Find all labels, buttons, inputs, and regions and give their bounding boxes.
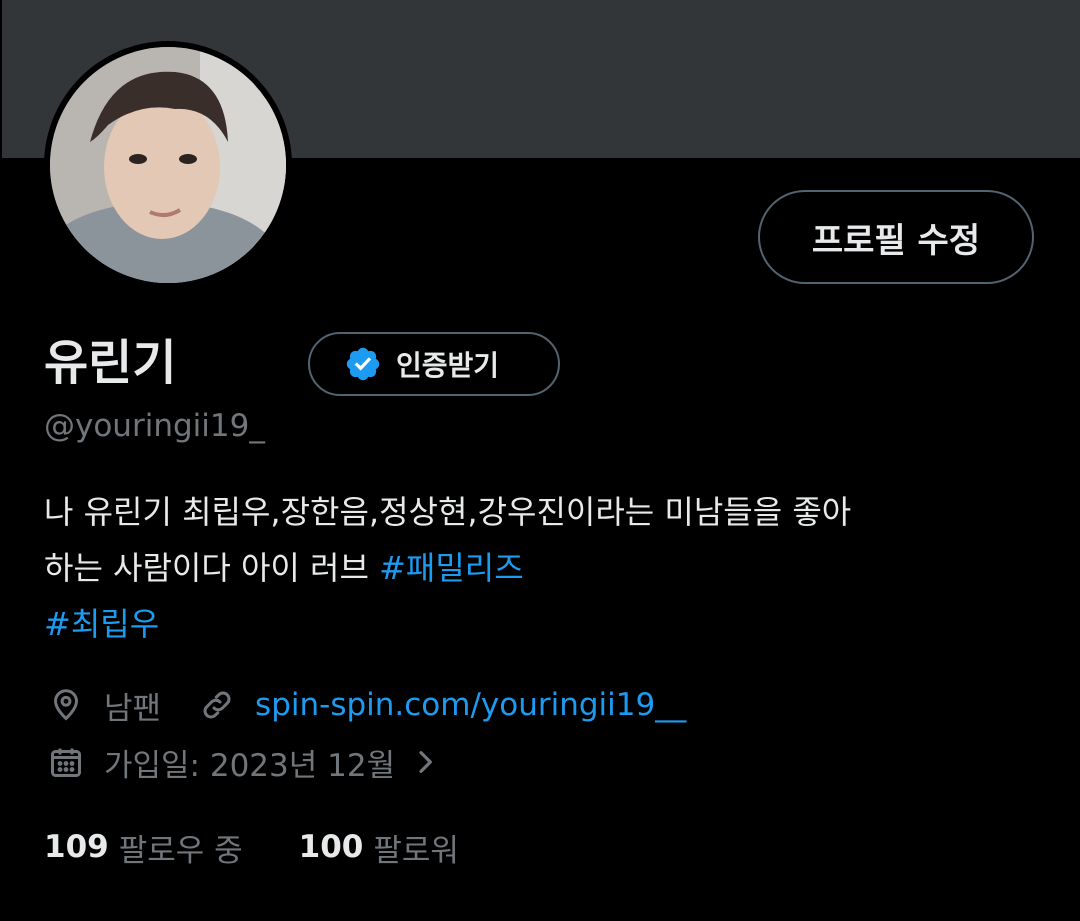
profile-meta-row: 남팬 spin-spin.com/youringii19__ xyxy=(46,680,686,730)
followers-label: 팔로워 xyxy=(373,832,459,869)
joined-date: 가입일: 2023년 12월 xyxy=(104,747,396,784)
verified-badge-icon xyxy=(344,345,382,383)
user-handle: @youringii19_ xyxy=(44,408,265,444)
followers-link[interactable]: 100 팔로워 xyxy=(299,825,459,870)
get-verified-label: 인증받기 xyxy=(396,349,500,382)
hashtag-link[interactable]: #패밀리즈 xyxy=(379,549,524,587)
bio-line-2-text: 하는 사람이다 아이 러브 xyxy=(44,549,380,587)
link-icon xyxy=(197,685,237,725)
edit-profile-button[interactable]: 프로필 수정 xyxy=(758,190,1034,284)
website-link[interactable]: spin-spin.com/youringii19__ xyxy=(255,687,686,723)
following-label: 팔로우 중 xyxy=(118,832,243,869)
calendar-icon xyxy=(46,742,86,782)
following-count: 109 xyxy=(44,829,109,865)
hashtag-link[interactable]: #최립우 xyxy=(44,596,1044,652)
following-link[interactable]: 109 팔로우 중 xyxy=(44,825,243,870)
follow-stats: 109 팔로우 중 100 팔로워 xyxy=(44,822,515,872)
bio-line-1: 나 유린기 최립우,장한음,정상현,강우진이라는 미남들을 좋아 xyxy=(44,493,852,531)
avatar-image xyxy=(50,47,286,283)
display-name: 유린기 xyxy=(44,335,177,391)
followers-count: 100 xyxy=(298,829,364,865)
profile-bio: 나 유린기 최립우,장한음,정상현,강우진이라는 미남들을 좋아 하는 사람이다… xyxy=(44,484,1044,652)
bio-line-2: 하는 사람이다 아이 러브 #패밀리즈 xyxy=(44,540,1044,596)
avatar-photo xyxy=(50,47,286,283)
get-verified-button[interactable]: 인증받기 xyxy=(308,332,560,396)
location-text: 남팬 xyxy=(104,690,162,727)
avatar[interactable] xyxy=(44,41,292,289)
chevron-right-icon xyxy=(405,742,445,782)
joined-row[interactable]: 가입일: 2023년 12월 xyxy=(46,737,463,787)
map-pin-icon xyxy=(46,685,86,725)
